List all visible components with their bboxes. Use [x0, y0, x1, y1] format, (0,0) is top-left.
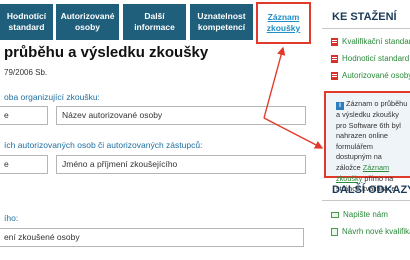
- links-heading: DALŠÍ ODKAZY: [332, 184, 410, 196]
- page-subtitle: 79/2006 Sb.: [4, 68, 48, 77]
- link-label: Návrh nové kvalifikace: [342, 227, 410, 236]
- tab-label-line1: Záznam: [267, 12, 300, 22]
- tab-label-line2: standard: [8, 22, 45, 32]
- divider: [322, 28, 410, 29]
- document-icon: [331, 227, 338, 236]
- link-napiste-nam[interactable]: Napište nám: [331, 210, 388, 219]
- link-label: Napište nám: [343, 210, 388, 219]
- tab-label-line1: Uznatelnost: [197, 11, 246, 21]
- download-link-autorizovane-osoby[interactable]: Autorizované osoby: [331, 71, 410, 80]
- examiner-short-field[interactable]: e: [0, 155, 48, 174]
- candidate-label: ího:: [4, 213, 19, 223]
- tab-zaznam-zkousky[interactable]: Záznam zkoušky: [256, 2, 311, 44]
- mail-icon: [331, 211, 339, 218]
- pdf-icon: [331, 71, 338, 80]
- tab-label-line2: zkoušky: [266, 23, 301, 33]
- tab-autorizovane-osoby[interactable]: Autorizované osoby: [56, 4, 119, 40]
- tab-uznatelnost-kompetenci[interactable]: Uznatelnost kompetencí: [190, 4, 253, 40]
- tab-label-line2: informace: [134, 22, 175, 32]
- download-link-hodnotici-standard[interactable]: Hodnoticí standard: [331, 54, 409, 63]
- tab-label-line1: Autorizované: [60, 11, 115, 21]
- examiners-label: ích autorizovaných osob či autorizovanýc…: [4, 140, 203, 150]
- download-link-label: Autorizované osoby: [342, 71, 410, 80]
- ao-short-field[interactable]: e: [0, 106, 48, 125]
- ao-name-field[interactable]: Název autorizované osoby: [56, 106, 306, 125]
- organizing-ao-label: oba organizující zkoušku:: [4, 92, 100, 102]
- page-title: průběhu a výsledku zkoušky: [4, 44, 209, 61]
- pdf-icon: [331, 37, 338, 46]
- candidate-name-field[interactable]: ení zkoušené osoby: [0, 228, 304, 247]
- notice-text-before: Záznam o průběhu a výsledku zkoušky pro …: [336, 99, 408, 172]
- tab-label-line2: osoby: [74, 22, 101, 32]
- tab-dalsi-informace[interactable]: Další informace: [123, 4, 186, 40]
- tab-label-line2: kompetencí: [197, 22, 246, 32]
- downloads-heading: KE STAŽENÍ: [332, 11, 397, 23]
- download-link-kvalifikacni-standard[interactable]: Kvalifikační standard: [331, 37, 410, 46]
- examiner-name-field[interactable]: Jméno a příjmení zkoušejícího: [56, 155, 306, 174]
- divider: [322, 200, 410, 201]
- pdf-icon: [331, 54, 338, 63]
- notice-box: i Záznam o průběhu a výsledku zkoušky pro…: [324, 91, 410, 193]
- tab-label-line1: Další: [144, 11, 165, 21]
- link-navrh-nove-kvalifikace[interactable]: Návrh nové kvalifikace: [331, 227, 410, 236]
- tab-label-line1: Hodnotící: [6, 11, 47, 21]
- info-icon: i: [336, 102, 344, 110]
- tab-bar: Hodnotící standard Autorizované osoby Dalš…: [0, 2, 330, 44]
- download-link-label: Hodnoticí standard: [342, 54, 410, 63]
- tab-hodnotici-standard[interactable]: Hodnotící standard: [0, 4, 53, 40]
- download-link-label: Kvalifikační standard: [342, 37, 410, 46]
